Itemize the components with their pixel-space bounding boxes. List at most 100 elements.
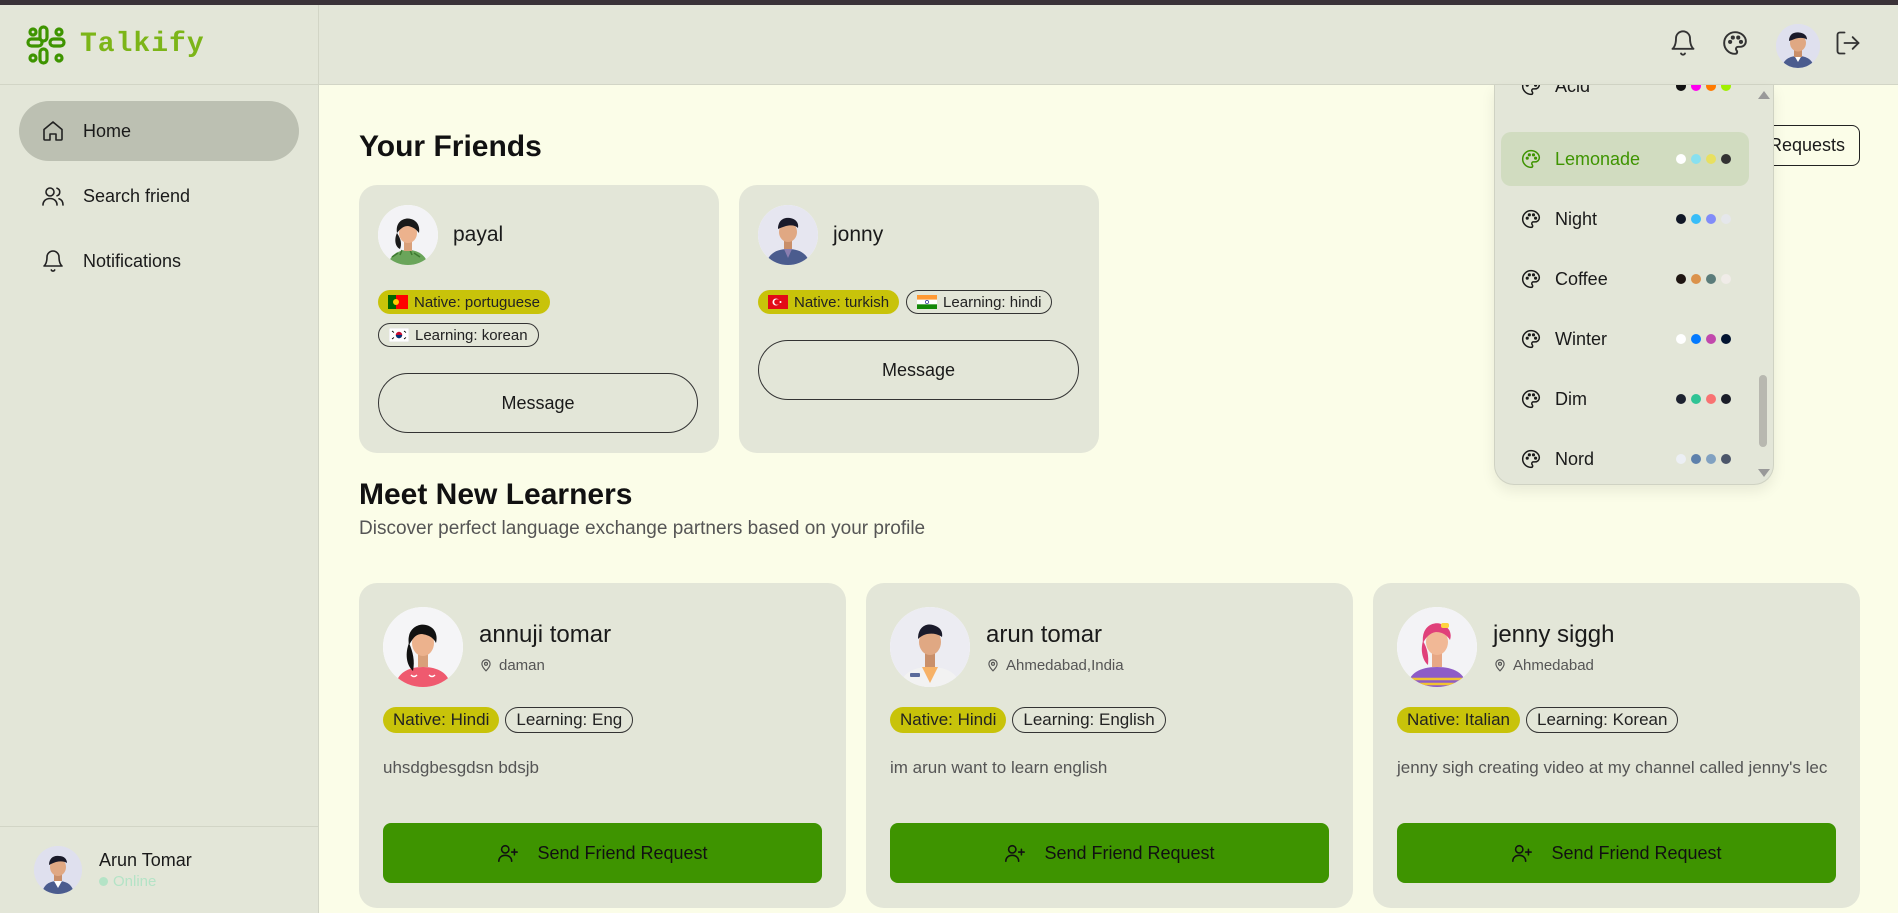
native-language-badge: Native: portuguese <box>378 290 550 314</box>
notifications-button[interactable] <box>1667 27 1699 59</box>
send-friend-request-button[interactable]: Send Friend Request <box>1397 823 1836 883</box>
brand[interactable]: Talkify <box>0 5 318 85</box>
theme-name: Acid <box>1555 85 1591 96</box>
message-button[interactable]: Message <box>758 340 1079 400</box>
theme-option-nord[interactable]: Nord <box>1501 432 1749 484</box>
avatar <box>890 607 970 687</box>
palette-icon <box>1522 85 1541 96</box>
learning-language-badge: Learning: Eng <box>505 707 634 733</box>
user-avatar-button[interactable] <box>1776 24 1820 68</box>
logo-icon <box>26 24 66 65</box>
friend-card: payal Native: portuguese Learning: korea… <box>359 185 719 453</box>
scroll-up-icon[interactable] <box>1758 91 1770 99</box>
portugal-flag-icon <box>388 295 408 309</box>
logout-icon <box>1836 31 1860 55</box>
native-language-badge: Native: Hindi <box>890 707 1007 733</box>
theme-option-winter[interactable]: Winter <box>1501 312 1749 366</box>
sidebar-item-label: Search friend <box>83 185 191 206</box>
avatar <box>34 846 82 894</box>
theme-dropdown: Acid Lemonade Night Coffee Winter Dim No… <box>1494 85 1774 485</box>
learners-subtitle: Discover perfect language exchange partn… <box>359 518 926 539</box>
send-friend-request-button[interactable]: Send Friend Request <box>383 823 822 883</box>
learner-location: Ahmedabad <box>1493 657 1614 674</box>
friend-card: jonny Native: turkish Learning: hindi Me… <box>739 185 1099 453</box>
friend-name: payal <box>453 223 504 246</box>
palette-icon <box>1723 31 1747 55</box>
learner-card: annuji tomar daman Native: Hindi Learnin… <box>359 583 846 908</box>
avatar <box>1397 607 1477 687</box>
theme-option-acid[interactable]: Acid <box>1501 85 1749 113</box>
theme-name: Night <box>1555 208 1598 229</box>
map-pin-icon <box>481 659 491 672</box>
learning-language-badge: Learning: English <box>1012 707 1166 733</box>
sidebar-item-search-friend[interactable]: Search friend <box>19 166 299 226</box>
theme-option-coffee[interactable]: Coffee <box>1501 252 1749 306</box>
learner-name: jenny siggh <box>1493 620 1615 648</box>
bell-icon <box>43 250 63 272</box>
theme-swatches <box>1676 214 1731 224</box>
native-language-badge: Native: turkish <box>758 290 900 314</box>
learner-card: arun tomar Ahmedabad,India Native: Hindi… <box>866 583 1353 908</box>
learning-language-badge: Learning: hindi <box>906 290 1053 314</box>
theme-name: Coffee <box>1555 268 1608 289</box>
message-button[interactable]: Message <box>378 373 698 433</box>
theme-option-night[interactable]: Night <box>1501 192 1749 246</box>
user-plus-icon <box>1512 844 1533 863</box>
theme-swatches <box>1676 334 1731 344</box>
status-badge: Online <box>99 873 192 890</box>
theme-name: Dim <box>1555 388 1587 409</box>
theme-swatches <box>1676 394 1731 404</box>
learner-name: arun tomar <box>986 620 1103 648</box>
theme-button[interactable] <box>1719 27 1751 59</box>
sidebar-item-label: Notifications <box>83 250 182 271</box>
learning-language-text: Learning: korean <box>415 326 528 344</box>
palette-icon <box>1522 329 1541 349</box>
turkey-flag-icon <box>768 295 788 309</box>
sidebar-item-home[interactable]: Home <box>19 101 299 161</box>
avatar <box>378 205 438 265</box>
learner-location: daman <box>479 657 611 674</box>
theme-option-lemonade[interactable]: Lemonade <box>1501 132 1749 186</box>
india-flag-icon <box>917 295 938 309</box>
palette-icon <box>1522 209 1541 229</box>
send-friend-request-button[interactable]: Send Friend Request <box>890 823 1329 883</box>
sidebar-nav: Home Search friend Notifications <box>0 85 318 312</box>
location-text: Ahmedabad,India <box>1006 656 1124 674</box>
scroll-down-icon[interactable] <box>1758 469 1770 477</box>
scrollbar-thumb[interactable] <box>1759 375 1767 447</box>
friends-title: Your Friends <box>359 130 542 163</box>
learner-bio: jenny sigh creating video at my channel … <box>1397 758 1828 777</box>
requests-label: Requests <box>1768 135 1845 155</box>
location-text: Ahmedabad <box>1513 656 1594 674</box>
learning-language-text: Learning: hindi <box>943 293 1042 311</box>
logout-button[interactable] <box>1832 27 1864 59</box>
avatar <box>383 607 463 687</box>
palette-icon <box>1522 149 1541 169</box>
theme-option-dim[interactable]: Dim <box>1501 372 1749 426</box>
learners-title: Meet New Learners <box>359 478 633 511</box>
send-request-label: Send Friend Request <box>537 842 708 863</box>
palette-icon <box>1522 449 1541 469</box>
avatar <box>758 205 818 265</box>
theme-name: Lemonade <box>1555 148 1641 169</box>
home-icon <box>43 121 63 141</box>
online-dot-icon <box>99 877 108 886</box>
sidebar: Talkify Home Search friend Notifications <box>0 5 319 913</box>
user-plus-icon <box>1005 844 1026 863</box>
native-language-badge: Native: Italian <box>1397 707 1520 733</box>
learner-bio: uhsdgbesgdsn bdsjb <box>383 758 539 777</box>
send-request-label: Send Friend Request <box>1044 842 1215 863</box>
profile-name: Arun Tomar <box>99 850 192 870</box>
map-pin-icon <box>1495 659 1505 672</box>
sidebar-item-notifications[interactable]: Notifications <box>19 231 299 291</box>
theme-swatches <box>1676 154 1731 164</box>
theme-swatches <box>1676 274 1731 284</box>
status-text: Online <box>113 873 157 890</box>
users-icon <box>42 187 64 206</box>
theme-name: Winter <box>1555 328 1608 349</box>
learning-language-badge: Learning: korean <box>378 323 539 347</box>
learner-bio: im arun want to learn english <box>890 758 1108 777</box>
learner-location: Ahmedabad,India <box>986 657 1124 674</box>
user-plus-icon <box>498 844 519 863</box>
sidebar-user-profile[interactable]: Arun Tomar Online <box>0 826 318 913</box>
